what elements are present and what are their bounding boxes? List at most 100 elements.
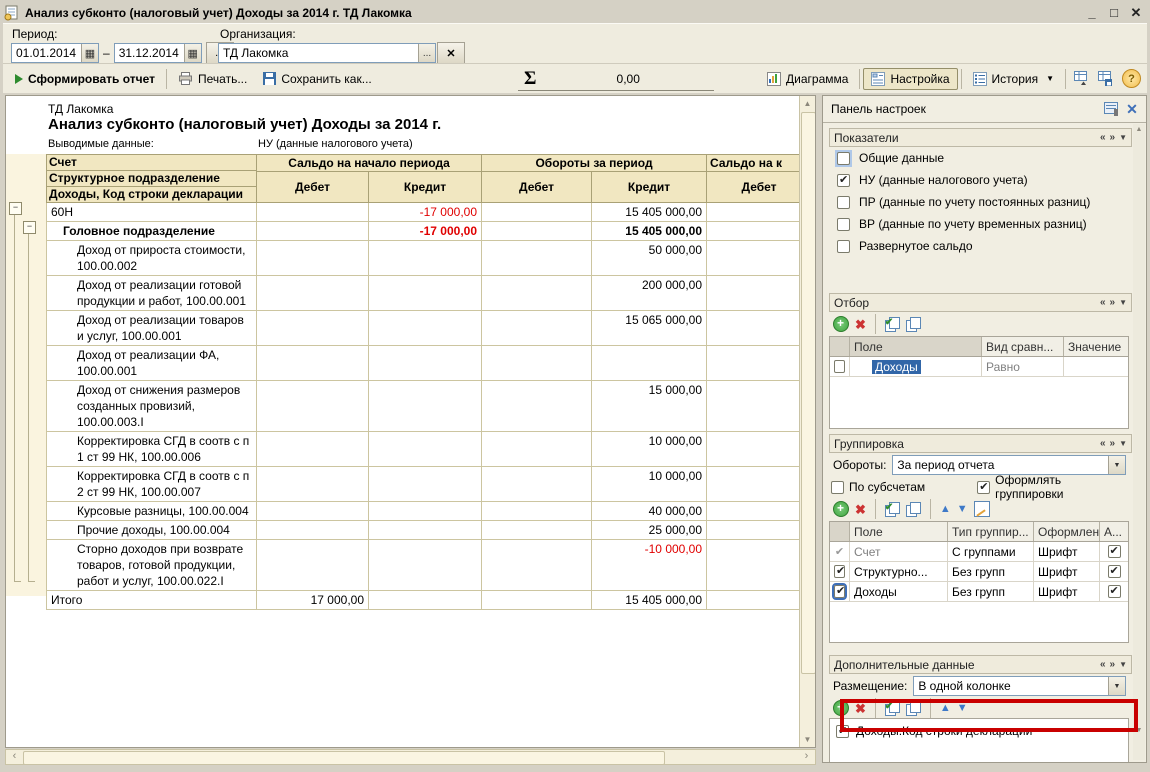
filter-row[interactable]: Доходы Равно [830,357,1128,377]
scroll-left-arrow[interactable]: ‹ [7,750,22,764]
calendar-icon[interactable] [81,44,98,62]
delete-icon[interactable]: ✖ [855,702,866,715]
checkbox-item[interactable]: ПР (данные по учету постоянных разниц) [829,191,1132,213]
report-vertical-scrollbar[interactable]: ▲ ▼ [799,96,815,747]
panel-vertical-scrollbar[interactable]: ▲ ▼ [1133,124,1145,760]
table-row[interactable]: Доход от реализации товаров и услуг, 100… [47,311,800,346]
scroll-right-arrow[interactable]: › [799,750,814,764]
check-all-icon[interactable]: ✔ [885,317,900,331]
format-settings-icon[interactable] [974,501,990,517]
add-icon[interactable] [833,700,849,716]
date-to-field[interactable]: 31.12.2014 [114,43,202,63]
minimize-button[interactable]: _ [1081,4,1103,22]
filter-col-comparison[interactable]: Вид сравн... [982,337,1064,356]
table-row[interactable]: Корректировка СГД в соотв с п 2 ст 99 НК… [47,467,800,502]
checkbox[interactable] [1108,585,1121,598]
add-icon[interactable] [833,501,849,517]
collapse-right-icon[interactable]: » [1110,132,1116,143]
table-row[interactable]: Доход от прироста стоимости, 100.00.002 … [47,241,800,276]
table-row[interactable]: Итого 17 000,00 15 405 000,00 [47,591,800,610]
move-down-icon[interactable]: ▼ [957,702,968,714]
table-row[interactable]: 60Н -17 000,00 15 405 000,00 [47,203,800,222]
checkbox[interactable] [837,218,850,231]
format-groups-checkbox[interactable]: Оформлять группировки [975,477,1132,497]
by-subaccounts-checkbox[interactable]: По субсчетам [829,477,975,497]
checkbox[interactable] [837,174,850,187]
collapse-down-icon[interactable]: ▼ [1119,439,1127,448]
close-button[interactable]: ✕ [1125,4,1147,22]
checkbox[interactable] [837,152,850,165]
collapse-left-icon[interactable]: « [1100,438,1106,449]
scroll-down-arrow[interactable]: ▼ [1133,727,1145,734]
checkbox-item[interactable]: Развернутое сальдо [829,235,1132,257]
collapse-left-icon[interactable]: « [1100,297,1106,308]
scrollbar-thumb[interactable] [801,112,816,674]
collapse-left-icon[interactable]: « [1100,659,1106,670]
table-row[interactable]: Доход от реализации готовой продукции и … [47,276,800,311]
section-header-filter[interactable]: Отбор « » ▼ [829,293,1132,312]
collapse-down-icon[interactable]: ▼ [1119,133,1127,142]
copy-icon[interactable] [906,317,921,331]
settings-button[interactable]: Настройка [863,68,957,90]
checkbox-item[interactable]: Общие данные [829,147,1132,169]
section-header-indicators[interactable]: Показатели « » ▼ [829,128,1132,147]
checkbox[interactable] [834,585,845,598]
table-row[interactable]: Доход от реализации ФА, 100.00.001 [47,346,800,381]
collapse-right-icon[interactable]: » [1110,297,1116,308]
grouping-col-type[interactable]: Тип группир... [948,522,1034,541]
scroll-up-arrow[interactable]: ▲ [1133,126,1145,133]
collapse-right-icon[interactable]: » [1110,659,1116,670]
check-all-icon[interactable]: ✔ [885,701,900,715]
table-row[interactable]: Корректировка СГД в соотв с п 1 ст 99 НК… [47,432,800,467]
history-button[interactable]: История ▼ [965,68,1062,90]
turnover-select[interactable]: За период отчета ▼ [892,455,1126,475]
save-settings-button[interactable] [1093,67,1117,90]
organization-select-button[interactable]: ... [418,44,435,62]
scroll-down-arrow[interactable]: ▼ [800,732,815,747]
checkbox-item[interactable]: НУ (данные налогового учета) [829,169,1132,191]
table-row[interactable]: Курсовые разницы, 100.00.004 40 000,00 [47,502,800,521]
checkbox[interactable] [837,240,850,253]
chevron-down-icon[interactable]: ▼ [1108,677,1125,695]
grouping-row[interactable]: Доходы Без групп Шрифт [830,582,1128,602]
maximize-button[interactable]: □ [1103,4,1125,22]
add-icon[interactable] [833,316,849,332]
checkbox[interactable] [831,481,844,494]
table-row[interactable]: Головное подразделение -17 000,00 15 405… [47,222,800,241]
diagram-button[interactable]: Диаграмма [759,68,856,90]
calendar-icon[interactable] [184,44,201,62]
organization-clear-button[interactable]: ✕ [437,42,465,64]
table-row[interactable]: Доход от снижения размеров созданных про… [47,381,800,432]
collapse-left-icon[interactable]: « [1100,132,1106,143]
copy-icon[interactable] [906,502,921,516]
filter-col-value[interactable]: Значение [1064,337,1128,356]
copy-icon[interactable] [906,701,921,715]
collapse-down-icon[interactable]: ▼ [1119,298,1127,307]
generate-report-button[interactable]: Сформировать отчет [7,68,163,90]
table-row[interactable]: Прочие доходы, 100.00.004 25 000,00 [47,521,800,540]
scrollbar-thumb[interactable] [23,751,665,765]
organization-field[interactable]: ТД Лакомка ... [218,43,436,63]
grouping-col-field[interactable]: Поле [850,522,948,541]
section-header-additional[interactable]: Дополнительные данные « » ▼ [829,655,1132,674]
move-up-icon[interactable]: ▲ [940,503,951,515]
grouping-row[interactable]: ✔ Счет С группами Шрифт [830,542,1128,562]
collapse-expander[interactable]: − [23,221,36,234]
move-up-icon[interactable]: ▲ [940,702,951,714]
filter-col-field[interactable]: Поле [850,337,982,356]
grouping-col-format[interactable]: Оформление [1034,522,1100,541]
grouping-row[interactable]: Структурно... Без групп Шрифт [830,562,1128,582]
grouping-col-auto[interactable]: А... [1100,522,1128,541]
checkbox[interactable] [1108,565,1121,578]
collapse-down-icon[interactable]: ▼ [1119,660,1127,669]
checkbox[interactable] [834,565,845,578]
section-header-grouping[interactable]: Группировка « » ▼ [829,434,1132,453]
collapse-expander[interactable]: − [9,202,22,215]
checkbox[interactable] [1108,545,1121,558]
table-row[interactable]: Сторно доходов при возврате товаров, гот… [47,540,800,591]
check-all-icon[interactable]: ✔ [885,502,900,516]
placement-select[interactable]: В одной колонке ▼ [913,676,1126,696]
delete-icon[interactable]: ✖ [855,503,866,516]
move-down-icon[interactable]: ▼ [957,503,968,515]
checkbox[interactable] [977,481,990,494]
